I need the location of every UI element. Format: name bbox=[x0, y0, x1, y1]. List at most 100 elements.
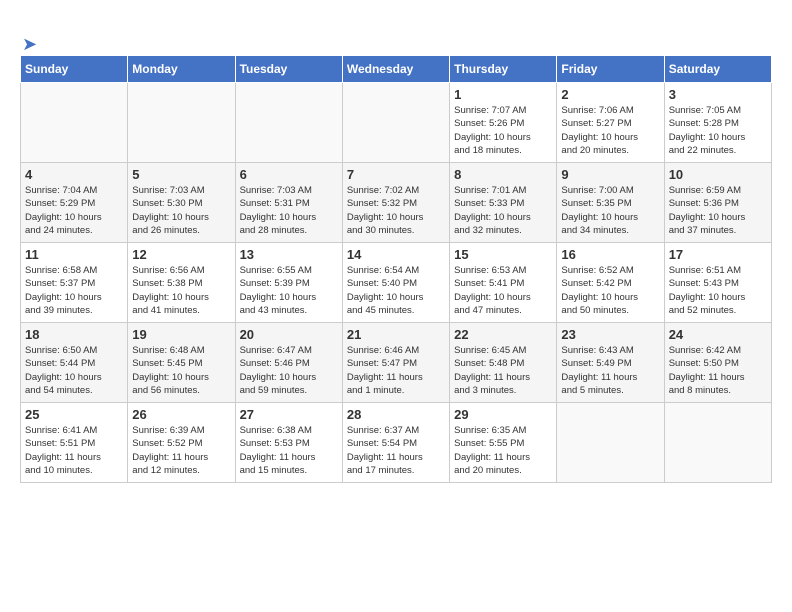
calendar-cell bbox=[21, 83, 128, 163]
day-number: 12 bbox=[132, 247, 230, 262]
calendar-cell: 2 Sunrise: 7:06 AM Sunset: 5:27 PM Daylig… bbox=[557, 83, 664, 163]
day-number: 3 bbox=[669, 87, 767, 102]
day-number: 29 bbox=[454, 407, 552, 422]
day-detail: Sunrise: 6:39 AM Sunset: 5:52 PM Dayligh… bbox=[132, 424, 230, 477]
day-number: 24 bbox=[669, 327, 767, 342]
day-detail: Sunrise: 6:42 AM Sunset: 5:50 PM Dayligh… bbox=[669, 344, 767, 397]
calendar-cell: 27 Sunrise: 6:38 AM Sunset: 5:53 PM Dayli… bbox=[235, 403, 342, 483]
calendar-cell bbox=[235, 83, 342, 163]
day-detail: Sunrise: 6:46 AM Sunset: 5:47 PM Dayligh… bbox=[347, 344, 445, 397]
calendar-week-row: 25 Sunrise: 6:41 AM Sunset: 5:51 PM Dayli… bbox=[21, 403, 772, 483]
calendar-cell bbox=[342, 83, 449, 163]
calendar-cell: 14 Sunrise: 6:54 AM Sunset: 5:40 PM Dayli… bbox=[342, 243, 449, 323]
calendar-cell: 8 Sunrise: 7:01 AM Sunset: 5:33 PM Daylig… bbox=[450, 163, 557, 243]
calendar-cell: 17Sunrise: 6:51 AM Sunset: 5:43 PM Dayli… bbox=[664, 243, 771, 323]
calendar-cell bbox=[557, 403, 664, 483]
day-detail: Sunrise: 6:50 AM Sunset: 5:44 PM Dayligh… bbox=[25, 344, 123, 397]
day-detail: Sunrise: 6:54 AM Sunset: 5:40 PM Dayligh… bbox=[347, 264, 445, 317]
calendar-cell: 5 Sunrise: 7:03 AM Sunset: 5:30 PM Daylig… bbox=[128, 163, 235, 243]
day-detail: Sunrise: 7:03 AM Sunset: 5:30 PM Dayligh… bbox=[132, 184, 230, 237]
column-header-wednesday: Wednesday bbox=[342, 56, 449, 83]
day-number: 22 bbox=[454, 327, 552, 342]
day-number: 19 bbox=[132, 327, 230, 342]
day-detail: Sunrise: 6:48 AM Sunset: 5:45 PM Dayligh… bbox=[132, 344, 230, 397]
day-number: 28 bbox=[347, 407, 445, 422]
day-number: 1 bbox=[454, 87, 552, 102]
day-detail: Sunrise: 7:01 AM Sunset: 5:33 PM Dayligh… bbox=[454, 184, 552, 237]
calendar-week-row: 11 Sunrise: 6:58 AM Sunset: 5:37 PM Dayli… bbox=[21, 243, 772, 323]
calendar-cell bbox=[128, 83, 235, 163]
calendar-header-row: SundayMondayTuesdayWednesdayThursdayFrid… bbox=[21, 56, 772, 83]
day-detail: Sunrise: 7:04 AM Sunset: 5:29 PM Dayligh… bbox=[25, 184, 123, 237]
calendar-cell: 28Sunrise: 6:37 AM Sunset: 5:54 PM Dayli… bbox=[342, 403, 449, 483]
day-detail: Sunrise: 6:45 AM Sunset: 5:48 PM Dayligh… bbox=[454, 344, 552, 397]
day-detail: Sunrise: 6:41 AM Sunset: 5:51 PM Dayligh… bbox=[25, 424, 123, 477]
day-detail: Sunrise: 6:47 AM Sunset: 5:46 PM Dayligh… bbox=[240, 344, 338, 397]
calendar-week-row: 18 Sunrise: 6:50 AM Sunset: 5:44 PM Dayli… bbox=[21, 323, 772, 403]
column-header-monday: Monday bbox=[128, 56, 235, 83]
calendar-cell: 12Sunrise: 6:56 AM Sunset: 5:38 PM Dayli… bbox=[128, 243, 235, 323]
day-detail: Sunrise: 7:03 AM Sunset: 5:31 PM Dayligh… bbox=[240, 184, 338, 237]
day-number: 25 bbox=[25, 407, 123, 422]
calendar-cell: 24 Sunrise: 6:42 AM Sunset: 5:50 PM Dayli… bbox=[664, 323, 771, 403]
calendar-table: SundayMondayTuesdayWednesdayThursdayFrid… bbox=[20, 55, 772, 483]
calendar-cell: 20Sunrise: 6:47 AM Sunset: 5:46 PM Dayli… bbox=[235, 323, 342, 403]
logo: ➤ bbox=[20, 34, 37, 55]
day-detail: Sunrise: 7:02 AM Sunset: 5:32 PM Dayligh… bbox=[347, 184, 445, 237]
day-detail: Sunrise: 7:07 AM Sunset: 5:26 PM Dayligh… bbox=[454, 104, 552, 157]
calendar-cell: 22 Sunrise: 6:45 AM Sunset: 5:48 PM Dayli… bbox=[450, 323, 557, 403]
day-number: 26 bbox=[132, 407, 230, 422]
day-detail: Sunrise: 7:06 AM Sunset: 5:27 PM Dayligh… bbox=[561, 104, 659, 157]
calendar-cell: 23 Sunrise: 6:43 AM Sunset: 5:49 PM Dayli… bbox=[557, 323, 664, 403]
day-number: 16 bbox=[561, 247, 659, 262]
day-number: 2 bbox=[561, 87, 659, 102]
day-detail: Sunrise: 6:59 AM Sunset: 5:36 PM Dayligh… bbox=[669, 184, 767, 237]
calendar-cell: 10 Sunrise: 6:59 AM Sunset: 5:36 PM Dayli… bbox=[664, 163, 771, 243]
day-detail: Sunrise: 6:38 AM Sunset: 5:53 PM Dayligh… bbox=[240, 424, 338, 477]
day-detail: Sunrise: 7:00 AM Sunset: 5:35 PM Dayligh… bbox=[561, 184, 659, 237]
calendar-week-row: 4 Sunrise: 7:04 AM Sunset: 5:29 PM Daylig… bbox=[21, 163, 772, 243]
calendar-week-row: 1 Sunrise: 7:07 AM Sunset: 5:26 PM Daylig… bbox=[21, 83, 772, 163]
day-number: 21 bbox=[347, 327, 445, 342]
calendar-cell bbox=[664, 403, 771, 483]
calendar-cell: 13 Sunrise: 6:55 AM Sunset: 5:39 PM Dayli… bbox=[235, 243, 342, 323]
calendar-cell: 11 Sunrise: 6:58 AM Sunset: 5:37 PM Dayli… bbox=[21, 243, 128, 323]
day-number: 10 bbox=[669, 167, 767, 182]
column-header-tuesday: Tuesday bbox=[235, 56, 342, 83]
day-number: 4 bbox=[25, 167, 123, 182]
logo-bird-icon: ➤ bbox=[22, 34, 37, 55]
day-number: 14 bbox=[347, 247, 445, 262]
calendar-cell: 18 Sunrise: 6:50 AM Sunset: 5:44 PM Dayli… bbox=[21, 323, 128, 403]
day-detail: Sunrise: 7:05 AM Sunset: 5:28 PM Dayligh… bbox=[669, 104, 767, 157]
day-number: 6 bbox=[240, 167, 338, 182]
calendar-cell: 15 Sunrise: 6:53 AM Sunset: 5:41 PM Dayli… bbox=[450, 243, 557, 323]
day-number: 17 bbox=[669, 247, 767, 262]
day-detail: Sunrise: 6:43 AM Sunset: 5:49 PM Dayligh… bbox=[561, 344, 659, 397]
day-detail: Sunrise: 6:52 AM Sunset: 5:42 PM Dayligh… bbox=[561, 264, 659, 317]
day-number: 18 bbox=[25, 327, 123, 342]
day-number: 15 bbox=[454, 247, 552, 262]
calendar-cell: 9 Sunrise: 7:00 AM Sunset: 5:35 PM Daylig… bbox=[557, 163, 664, 243]
day-detail: Sunrise: 6:53 AM Sunset: 5:41 PM Dayligh… bbox=[454, 264, 552, 317]
day-number: 5 bbox=[132, 167, 230, 182]
day-number: 11 bbox=[25, 247, 123, 262]
calendar-cell: 25 Sunrise: 6:41 AM Sunset: 5:51 PM Dayli… bbox=[21, 403, 128, 483]
day-detail: Sunrise: 6:58 AM Sunset: 5:37 PM Dayligh… bbox=[25, 264, 123, 317]
day-number: 7 bbox=[347, 167, 445, 182]
calendar-cell: 26 Sunrise: 6:39 AM Sunset: 5:52 PM Dayli… bbox=[128, 403, 235, 483]
calendar-cell: 16 Sunrise: 6:52 AM Sunset: 5:42 PM Dayli… bbox=[557, 243, 664, 323]
day-detail: Sunrise: 6:55 AM Sunset: 5:39 PM Dayligh… bbox=[240, 264, 338, 317]
column-header-saturday: Saturday bbox=[664, 56, 771, 83]
day-number: 8 bbox=[454, 167, 552, 182]
calendar-cell: 6 Sunrise: 7:03 AM Sunset: 5:31 PM Daylig… bbox=[235, 163, 342, 243]
column-header-sunday: Sunday bbox=[21, 56, 128, 83]
column-header-friday: Friday bbox=[557, 56, 664, 83]
day-number: 23 bbox=[561, 327, 659, 342]
day-number: 13 bbox=[240, 247, 338, 262]
calendar-cell: 19 Sunrise: 6:48 AM Sunset: 5:45 PM Dayli… bbox=[128, 323, 235, 403]
calendar-cell: 21 Sunrise: 6:46 AM Sunset: 5:47 PM Dayli… bbox=[342, 323, 449, 403]
column-header-thursday: Thursday bbox=[450, 56, 557, 83]
day-number: 9 bbox=[561, 167, 659, 182]
day-number: 27 bbox=[240, 407, 338, 422]
calendar-cell: 1 Sunrise: 7:07 AM Sunset: 5:26 PM Daylig… bbox=[450, 83, 557, 163]
